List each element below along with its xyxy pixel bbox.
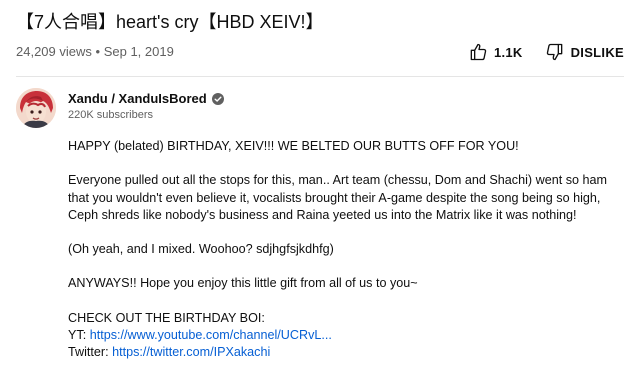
- description-line: ANYWAYS!! Hope you enjoy this little gif…: [68, 276, 418, 291]
- view-count: 24,209 views: [16, 44, 92, 59]
- like-button[interactable]: 1.1K: [468, 42, 545, 62]
- video-description: HAPPY (belated) BIRTHDAY, XEIV!!! WE BEL…: [68, 138, 624, 362]
- description-line: HAPPY (belated) BIRTHDAY, XEIV!!! WE BEL…: [68, 139, 519, 153]
- twitter-link[interactable]: https://twitter.com/IPXakachi: [112, 345, 270, 359]
- twitter-label: Twitter:: [68, 345, 109, 360]
- channel-name[interactable]: Xandu / XanduIsBored: [68, 91, 207, 106]
- description-line: Everyone pulled out all the stops for th…: [68, 173, 607, 188]
- dislike-label: DISLIKE: [570, 44, 624, 60]
- youtube-link-line: YT: https://www.youtube.com/channel/UCRv…: [68, 327, 624, 344]
- thumb-up-icon: [470, 43, 487, 61]
- channel-avatar[interactable]: [16, 88, 56, 128]
- meta-separator: •: [95, 44, 101, 59]
- channel-name-row: Xandu / XanduIsBored: [68, 91, 224, 106]
- video-page: 【7人合唱】heart's cry【HBD XEIV!】 24,209 view…: [0, 0, 640, 367]
- avatar-illustration: [16, 88, 56, 128]
- dislike-button[interactable]: DISLIKE: [545, 42, 624, 62]
- check-circle-icon: [211, 92, 224, 105]
- thumb-down-icon: [546, 43, 562, 61]
- youtube-channel-link[interactable]: https://www.youtube.com/channel/UCRvL...: [90, 328, 332, 342]
- description-line: Ceph shreds like nobody's business and R…: [68, 207, 577, 222]
- divider: [16, 76, 624, 77]
- subscriber-count: 220K subscribers: [68, 109, 153, 121]
- video-actions: 1.1K DISLIKE: [468, 42, 624, 62]
- upload-date: Sep 1, 2019: [103, 44, 174, 59]
- like-count: 1.1K: [493, 44, 523, 60]
- description-line: that you wouldn't even believe it, vocal…: [68, 190, 601, 205]
- twitter-link-line: Twitter: https://twitter.com/IPXakachi: [68, 344, 624, 361]
- youtube-label: YT:: [68, 328, 87, 343]
- view-count-date: 24,209 views • Sep 1, 2019: [16, 44, 174, 59]
- description-line: (Oh yeah, and I mixed. Woohoo? sdjhgfsjk…: [68, 242, 334, 257]
- video-meta-row: 24,209 views • Sep 1, 2019 1.1K DISLIKE: [16, 42, 624, 62]
- description-line: CHECK OUT THE BIRTHDAY BOI:: [68, 310, 265, 325]
- video-title: 【7人合唱】heart's cry【HBD XEIV!】: [16, 12, 324, 32]
